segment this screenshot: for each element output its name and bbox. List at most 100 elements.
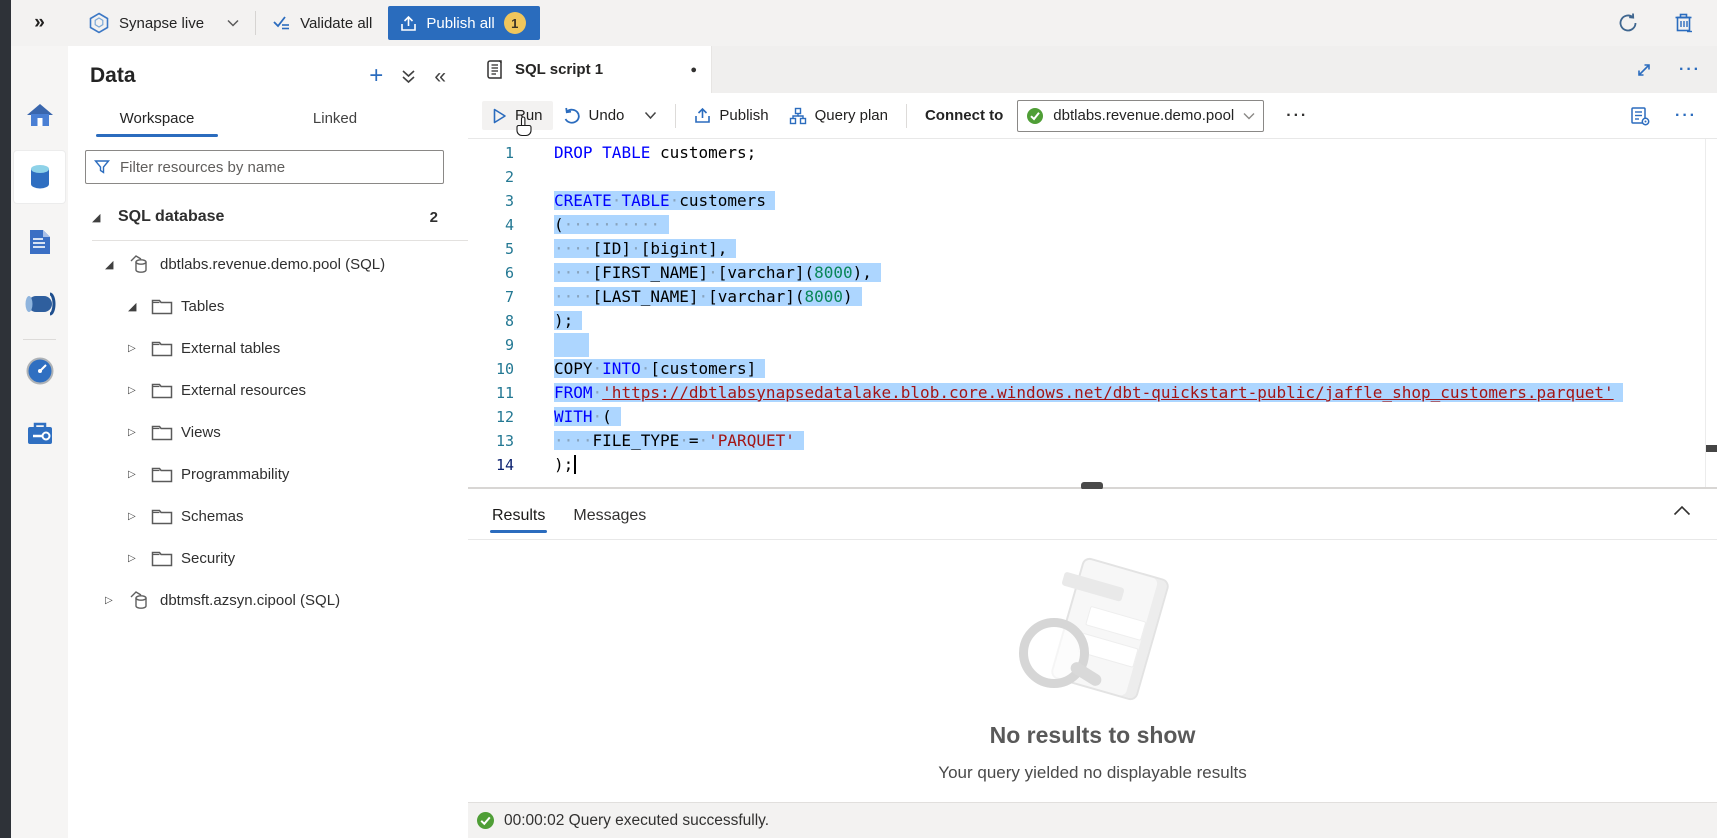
publish-label: Publish — [719, 107, 768, 124]
line-content: COPY·INTO·[customers] — [554, 357, 765, 381]
monitor-hub-item[interactable] — [14, 345, 65, 397]
add-resource-button[interactable]: + — [369, 64, 383, 88]
code-line[interactable]: 7····[LAST_NAME]·[varchar](8000) — [468, 285, 1717, 309]
publish-all-label: Publish all — [426, 15, 494, 32]
tree-row[interactable]: ▷Programmability — [68, 453, 468, 495]
session-properties-icon[interactable] — [1629, 105, 1651, 127]
tree-collapsed-icon[interactable]: ▷ — [128, 553, 145, 564]
manage-hub-item[interactable] — [14, 407, 65, 459]
code-line[interactable]: 10COPY·INTO·[customers] — [468, 357, 1717, 381]
code-line[interactable]: 6····[FIRST_NAME]·[varchar](8000), — [468, 261, 1717, 285]
publish-icon — [694, 107, 711, 124]
folder-icon — [151, 339, 173, 357]
line-number: 11 — [468, 381, 514, 405]
folder-icon — [151, 423, 173, 441]
undo-icon — [563, 107, 581, 124]
tree-row[interactable]: ◢SQL database2 — [68, 196, 468, 238]
pool-select-dropdown[interactable]: dbtlabs.revenue.demo.pool — [1017, 100, 1264, 132]
undo-redo-chevron[interactable] — [634, 105, 667, 126]
line-number: 12 — [468, 405, 514, 429]
folder-icon — [151, 381, 173, 399]
database-icon — [128, 588, 152, 612]
line-content: WITH·( — [554, 405, 621, 429]
magnifier-icon — [1019, 618, 1089, 688]
tab-more-actions[interactable]: ··· — [1679, 61, 1701, 79]
code-line[interactable]: 8); — [468, 309, 1717, 333]
tab-messages[interactable]: Messages — [559, 497, 660, 539]
folder-icon — [151, 549, 173, 567]
code-line[interactable]: 12 WITH·( — [468, 405, 1717, 429]
editor-minimap-edge — [1705, 139, 1706, 487]
tree-collapsed-icon[interactable]: ▷ — [128, 427, 145, 438]
synapse-hexagon-icon — [88, 12, 110, 34]
tree-item-label: External resources — [181, 382, 306, 399]
tree-row[interactable]: ◢Tables — [68, 285, 468, 327]
tree-collapsed-icon[interactable]: ▷ — [128, 469, 145, 480]
develop-hub-item[interactable] — [14, 216, 65, 268]
sql-code-editor[interactable]: 1DROP TABLE customers;23CREATE·TABLE·cus… — [468, 139, 1717, 487]
line-number: 8 — [468, 309, 514, 333]
connection-more-actions[interactable]: ··· — [1286, 107, 1308, 125]
tree-row[interactable]: ▷External tables — [68, 327, 468, 369]
tree-collapsed-icon[interactable]: ▷ — [128, 511, 145, 522]
validate-all-button[interactable]: Validate all — [272, 14, 372, 32]
tab-results[interactable]: Results — [478, 497, 559, 539]
home-hub-item[interactable] — [14, 90, 65, 142]
tree-row[interactable]: ▷Security — [68, 537, 468, 579]
publish-all-button[interactable]: Publish all 1 — [388, 6, 539, 40]
code-line[interactable]: 11FROM·'https://dbtlabsynapsedatalake.bl… — [468, 381, 1717, 405]
scrollbar-decoration[interactable] — [1706, 445, 1717, 452]
tree-collapsed-icon[interactable]: ▷ — [128, 343, 145, 354]
tree-expanded-icon[interactable]: ◢ — [92, 211, 109, 224]
tree-expanded-icon[interactable]: ◢ — [128, 300, 145, 313]
chevron-down-icon — [227, 19, 239, 27]
code-line[interactable]: 14); — [468, 453, 1717, 477]
tree-divider — [92, 240, 468, 241]
tree-row[interactable]: ▷Schemas — [68, 495, 468, 537]
code-line[interactable]: 4(·········· — [468, 213, 1717, 237]
database-icon — [128, 252, 152, 276]
sql-script-icon — [486, 59, 505, 80]
tree-expanded-icon[interactable]: ◢ — [105, 258, 122, 271]
line-content: ····[LAST_NAME]·[varchar](8000) — [554, 285, 862, 309]
status-message: 00:00:02 Query executed successfully. — [504, 812, 769, 830]
collapse-all-icon[interactable] — [401, 69, 416, 84]
tab-workspace[interactable]: Workspace — [68, 102, 246, 137]
tree-row[interactable]: ▷ External resources — [68, 369, 468, 411]
code-line[interactable]: 3CREATE·TABLE·customers — [468, 189, 1717, 213]
monitor-icon — [25, 356, 55, 386]
data-hub-item[interactable] — [14, 151, 65, 203]
toolbar-more-actions[interactable]: ··· — [1675, 107, 1697, 125]
code-line[interactable]: 13····FILE_TYPE·=·'PARQUET' — [468, 429, 1717, 453]
window-edge-strip — [0, 0, 11, 838]
code-line[interactable]: 2 — [468, 165, 1717, 189]
divider — [255, 11, 256, 35]
tree-collapsed-icon[interactable]: ▷ — [128, 385, 145, 396]
tab-linked[interactable]: Linked — [246, 102, 424, 137]
tab-sql-script-1[interactable]: SQL script 1 ● — [468, 46, 712, 93]
tree-collapsed-icon[interactable]: ▷ — [105, 595, 122, 606]
code-line[interactable]: 9 — [468, 333, 1717, 357]
tree-row[interactable]: ▷dbtmsft.azsyn.cipool (SQL) — [68, 579, 468, 621]
expand-editor-icon[interactable] — [1635, 61, 1653, 79]
integrate-hub-item[interactable] — [14, 278, 65, 330]
code-line[interactable]: 5····[ID]·[bigint], — [468, 237, 1717, 261]
tree-row[interactable]: ▷ Views — [68, 411, 468, 453]
collapse-panel-button[interactable]: « — [434, 66, 446, 87]
line-content: ····[ID]·[bigint], — [554, 237, 736, 261]
tree-item-label: Views — [181, 424, 221, 441]
collapse-results-chevron-icon[interactable] — [1673, 505, 1691, 516]
code-line[interactable]: 1DROP TABLE customers; — [468, 141, 1717, 165]
data-panel-tabs: Workspace Linked — [68, 102, 468, 137]
publish-button[interactable]: Publish — [684, 101, 778, 130]
tree-row[interactable]: ◢dbtlabs.revenue.demo.pool (SQL) — [68, 243, 468, 285]
expand-sidebar-button[interactable]: » — [11, 12, 68, 34]
refresh-icon[interactable] — [1617, 12, 1639, 34]
query-plan-button[interactable]: Query plan — [779, 101, 898, 131]
synapse-live-dropdown[interactable]: Synapse live — [88, 12, 239, 34]
undo-button[interactable]: Undo — [553, 101, 635, 130]
line-number: 9 — [468, 333, 514, 357]
discard-all-trash-icon[interactable] — [1673, 12, 1695, 34]
undo-label: Undo — [589, 107, 625, 124]
filter-resources-input[interactable] — [118, 158, 435, 177]
